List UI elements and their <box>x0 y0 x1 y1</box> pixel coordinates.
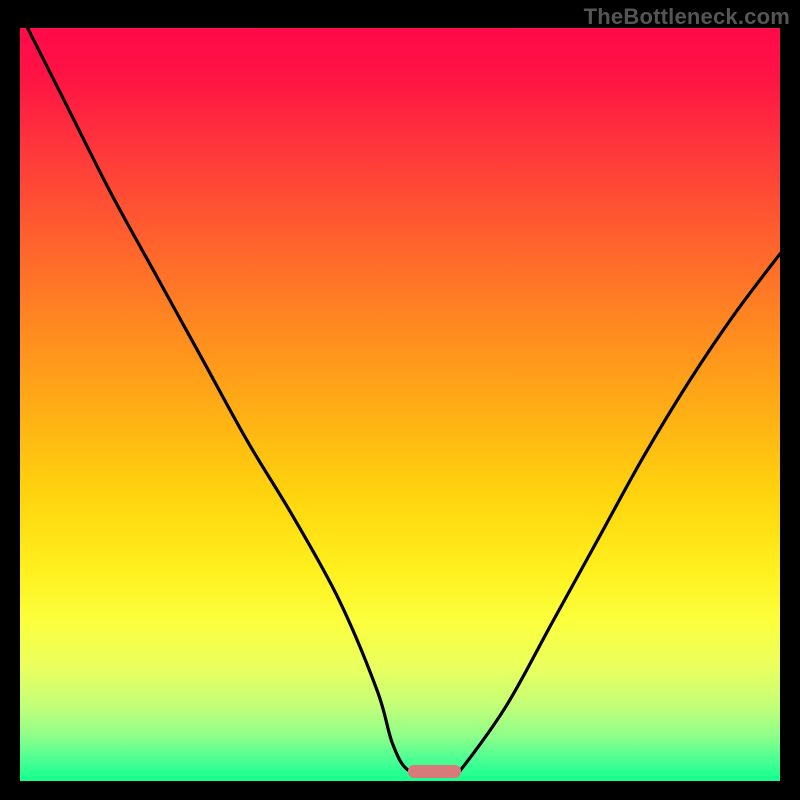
bottleneck-curve-path <box>20 28 780 775</box>
plot-area <box>20 28 780 781</box>
curve-svg <box>20 28 780 781</box>
chart-frame: TheBottleneck.com <box>0 0 800 800</box>
flat-min-marker <box>408 765 461 778</box>
watermark-text: TheBottleneck.com <box>584 4 790 30</box>
